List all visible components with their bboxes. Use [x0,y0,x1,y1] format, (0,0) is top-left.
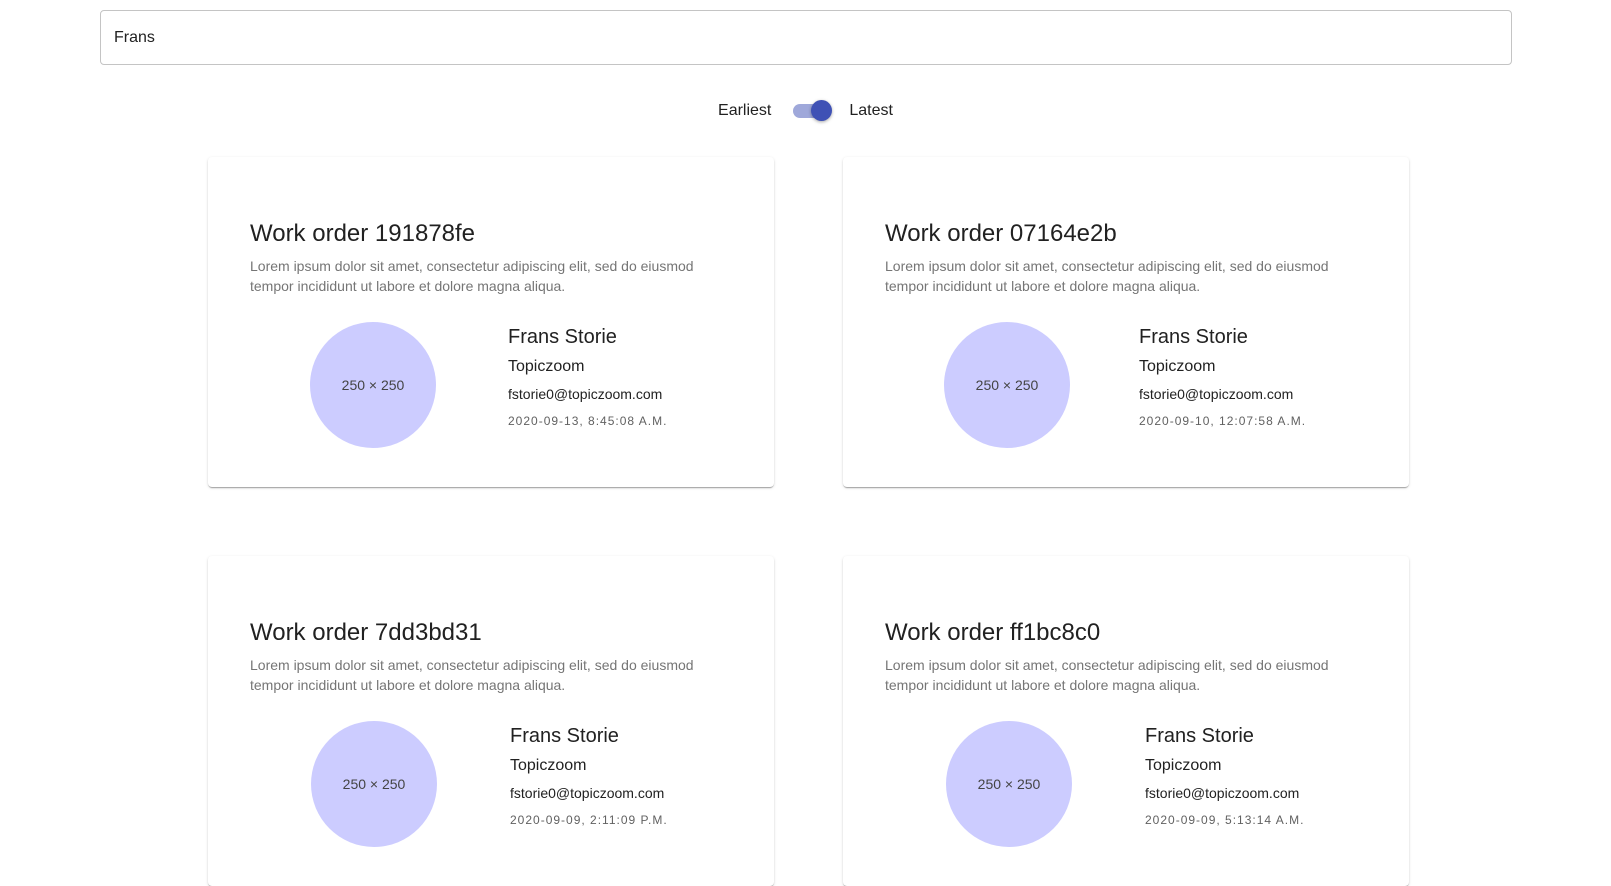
avatar-placeholder: 250 × 250 [311,721,437,847]
worker-info: Frans Storie Topiczoom fstorie0@topiczoo… [510,721,668,828]
avatar-size-label: 250 × 250 [977,776,1041,792]
avatar-placeholder: 250 × 250 [946,721,1072,847]
avatar-placeholder: 250 × 250 [944,322,1070,448]
worker-name: Frans Storie [510,725,619,747]
work-order-card: Work order 191878fe Lorem ipsum dolor si… [208,157,774,487]
worker-info: Frans Storie Topiczoom fstorie0@topiczoo… [508,322,667,429]
work-order-title: Work order ff1bc8c0 [885,619,1101,646]
work-order-card: Work order 7dd3bd31 Lorem ipsum dolor si… [208,556,774,886]
work-order-description: Lorem ipsum dolor sit amet, consectetur … [885,258,1329,294]
work-order-description: Lorem ipsum dolor sit amet, consectetur … [885,657,1329,693]
switch-thumb[interactable] [811,100,833,121]
work-order-card: Work order 07164e2b Lorem ipsum dolor si… [843,157,1409,487]
work-order-timestamp: 2020-09-09, 2:11:09 P.M. [510,813,668,827]
worker-company: Topiczoom [1139,358,1216,375]
work-order-card: Work order ff1bc8c0 Lorem ipsum dolor si… [843,556,1409,886]
work-order-timestamp: 2020-09-10, 12:07:58 A.M. [1139,414,1307,428]
worker-email: fstorie0@topiczoom.com [1145,785,1300,801]
work-order-description: Lorem ipsum dolor sit amet, consectetur … [250,657,694,693]
search-field[interactable] [100,10,1512,65]
worker-email: fstorie0@topiczoom.com [508,386,663,402]
worker-info: Frans Storie Topiczoom fstorie0@topiczoo… [1139,322,1306,429]
work-order-timestamp: 2020-09-13, 8:45:08 A.M. [508,414,668,428]
avatar-placeholder: 250 × 250 [310,322,436,448]
work-order-timestamp: 2020-09-09, 5:13:14 A.M. [1145,813,1305,827]
sort-order-toggle-row: Earliest Latest [0,96,1611,126]
sort-latest-label: Latest [849,102,893,119]
worker-company: Topiczoom [1145,757,1222,774]
worker-info: Frans Storie Topiczoom fstorie0@topiczoo… [1145,721,1304,828]
work-order-title: Work order 7dd3bd31 [250,619,482,646]
worker-company: Topiczoom [508,358,585,375]
worker-name: Frans Storie [1139,326,1248,348]
avatar-size-label: 250 × 250 [341,377,405,393]
work-order-title: Work order 191878fe [250,220,476,247]
worker-name: Frans Storie [1145,725,1254,747]
work-order-description: Lorem ipsum dolor sit amet, consectetur … [250,258,694,294]
avatar-size-label: 250 × 250 [342,776,406,792]
worker-name: Frans Storie [508,326,617,348]
worker-company: Topiczoom [510,757,587,774]
worker-email: fstorie0@topiczoom.com [1139,386,1294,402]
search-input[interactable] [101,11,1511,64]
work-order-title: Work order 07164e2b [885,220,1117,247]
avatar-size-label: 250 × 250 [975,377,1039,393]
worker-email: fstorie0@topiczoom.com [510,785,665,801]
sort-order-switch[interactable] [791,96,833,126]
sort-earliest-label: Earliest [718,102,772,119]
